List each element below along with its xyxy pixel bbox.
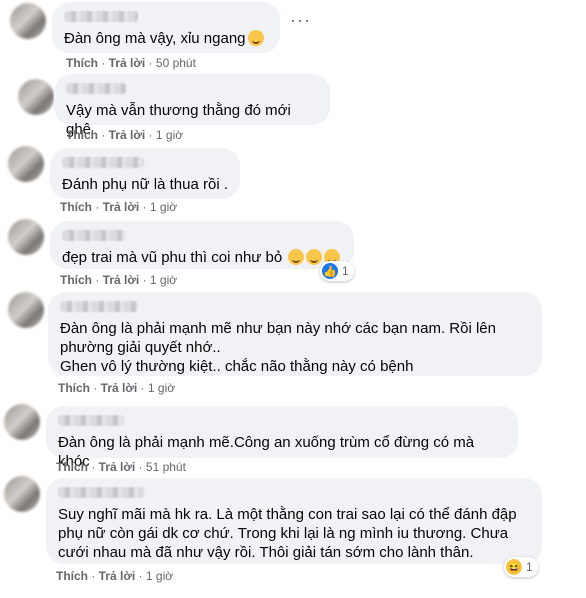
comment-text: Đánh phụ nữ là thua rồi . — [62, 176, 228, 193]
reaction-count[interactable]: 😆 1 — [504, 557, 538, 577]
reply-link[interactable]: Trả lời — [101, 381, 138, 395]
reaction-count-text: 1 — [526, 560, 533, 574]
comment-text: đẹp trai mà vũ phu thì coi như bỏ — [62, 248, 342, 267]
comment-bubble: đẹp trai mà vũ phu thì coi như bỏ — [50, 221, 354, 269]
comment-bubble: Đàn ông mà vậy, xỉu ngang — [52, 2, 280, 53]
comment-actions: Thích · Trả lời · 50 phút — [66, 56, 196, 70]
comment-bubble: Đàn ông là phải mạnh mẽ.Công an xuống tr… — [46, 406, 518, 470]
reply-link[interactable]: Trả lời — [99, 460, 136, 474]
reply-link[interactable]: Trả lời — [103, 273, 140, 287]
comment-text: Đàn ông mà vậy, xỉu ngang — [64, 29, 268, 48]
comment-actions: Thích · Trả lời · 1 giờ — [60, 200, 178, 214]
comment-actions: Thích · Trả lời · 51 phút — [56, 460, 186, 474]
like-link[interactable]: Thích — [56, 460, 88, 474]
smirk-emoji-icon — [288, 249, 305, 265]
avatar[interactable] — [10, 3, 46, 39]
avatar[interactable] — [8, 146, 44, 182]
avatar[interactable] — [4, 404, 40, 440]
timestamp[interactable]: 51 phút — [146, 460, 186, 474]
commenter-name[interactable] — [60, 301, 138, 312]
commenter-name[interactable] — [62, 230, 126, 241]
more-options-icon[interactable]: ··· — [290, 10, 316, 31]
smirk-emoji-icon — [306, 249, 323, 265]
comment-bubble: Vậy mà vẫn thương thằng đó mới ghê — [54, 74, 330, 138]
like-link[interactable]: Thích — [60, 200, 92, 214]
like-link[interactable]: Thích — [66, 56, 98, 70]
reply-link[interactable]: Trả lời — [109, 56, 146, 70]
timestamp[interactable]: 1 giờ — [146, 569, 173, 583]
comment-bubble: Đàn ông là phải mạnh mẽ như bạn này nhớ … — [48, 292, 542, 376]
reaction-count-text: 1 — [342, 264, 349, 278]
comment-text: Đàn ông là phải mạnh mẽ như bạn này nhớ … — [60, 320, 496, 375]
like-reaction-icon: 👍 — [322, 263, 338, 279]
timestamp[interactable]: 1 giờ — [150, 200, 177, 214]
avatar[interactable] — [18, 79, 54, 115]
commenter-name[interactable] — [62, 157, 144, 168]
smile-emoji-icon — [247, 30, 264, 46]
like-link[interactable]: Thích — [60, 273, 92, 287]
comment-actions: Thích · Trả lời · 1 giờ — [60, 273, 178, 287]
timestamp[interactable]: 1 giờ — [156, 128, 183, 142]
comment-bubble: Suy nghĩ mãi mà hk ra. Là một thằng con … — [46, 478, 542, 564]
haha-reaction-icon: 😆 — [506, 559, 522, 575]
like-link[interactable]: Thích — [58, 381, 90, 395]
comment-actions: Thích · Trả lời · 1 giờ — [56, 569, 174, 583]
comment-actions: Thích · Trả lời · 1 giờ — [58, 381, 176, 395]
comment-bubble: Đánh phụ nữ là thua rồi . — [50, 148, 240, 199]
commenter-name[interactable] — [66, 83, 126, 94]
reaction-count[interactable]: 👍 1 — [320, 261, 354, 281]
like-link[interactable]: Thích — [56, 569, 88, 583]
comment-text: Suy nghĩ mãi mà hk ra. Là một thằng con … — [58, 506, 517, 561]
timestamp[interactable]: 1 giờ — [148, 381, 175, 395]
reply-link[interactable]: Trả lời — [109, 128, 146, 142]
comment-actions: Thích · Trả lời · 1 giờ — [66, 128, 184, 142]
commenter-name[interactable] — [58, 487, 144, 498]
timestamp[interactable]: 50 phút — [156, 56, 196, 70]
avatar[interactable] — [8, 292, 44, 328]
avatar[interactable] — [4, 476, 40, 512]
like-link[interactable]: Thích — [66, 128, 98, 142]
reply-link[interactable]: Trả lời — [103, 200, 140, 214]
avatar[interactable] — [8, 219, 44, 255]
reply-link[interactable]: Trả lời — [99, 569, 136, 583]
commenter-name[interactable] — [58, 415, 124, 426]
timestamp[interactable]: 1 giờ — [150, 273, 177, 287]
commenter-name[interactable] — [64, 11, 138, 22]
